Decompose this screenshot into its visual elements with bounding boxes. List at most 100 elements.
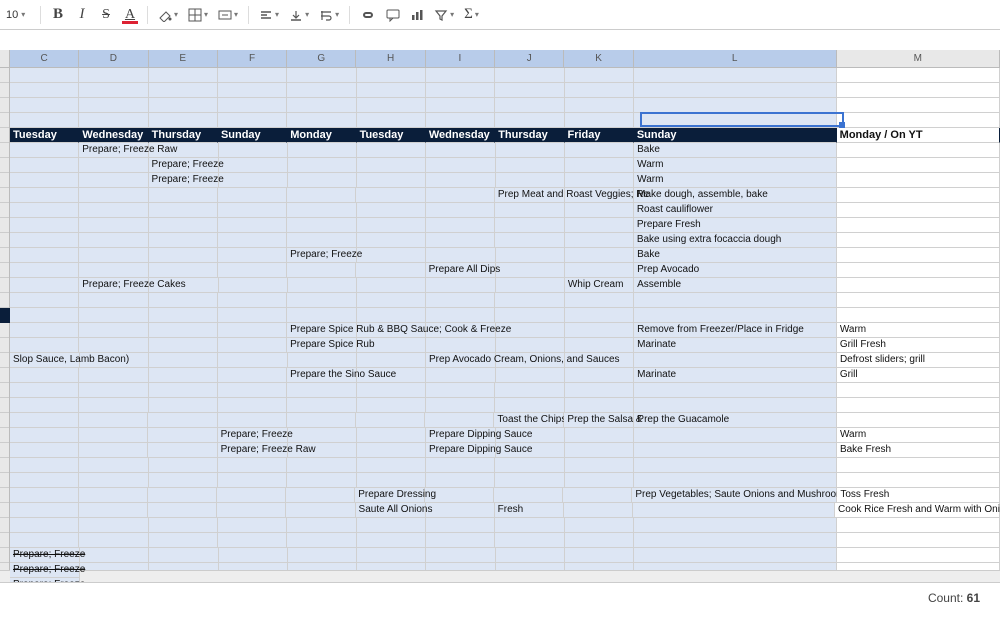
- cell[interactable]: [79, 323, 148, 338]
- cell[interactable]: [426, 503, 495, 518]
- cell[interactable]: [218, 338, 287, 353]
- insert-chart-button[interactable]: [406, 4, 428, 26]
- column-header-L[interactable]: L: [634, 50, 837, 68]
- cell[interactable]: Prepare; Freeze Cakes: [79, 278, 149, 293]
- cell[interactable]: [357, 383, 426, 398]
- cell[interactable]: [79, 338, 148, 353]
- cell[interactable]: [565, 173, 634, 188]
- column-header-I[interactable]: I: [426, 50, 495, 68]
- cell[interactable]: [496, 173, 565, 188]
- cell[interactable]: [288, 353, 357, 368]
- cell[interactable]: [495, 98, 564, 113]
- cell[interactable]: [496, 548, 565, 563]
- cell[interactable]: [496, 278, 565, 293]
- cell[interactable]: [426, 278, 495, 293]
- cell[interactable]: [565, 443, 634, 458]
- cell[interactable]: [837, 263, 1000, 278]
- cell[interactable]: Sunday: [218, 128, 287, 143]
- insert-comment-button[interactable]: [382, 4, 404, 26]
- cell[interactable]: Roast cauliflower: [634, 203, 837, 218]
- cell[interactable]: [357, 278, 426, 293]
- cell[interactable]: Marinate: [634, 338, 837, 353]
- cell[interactable]: [634, 443, 837, 458]
- cell[interactable]: [219, 173, 288, 188]
- cell[interactable]: [357, 248, 426, 263]
- cell[interactable]: [837, 68, 1000, 83]
- merge-cells-button[interactable]: [214, 4, 242, 26]
- column-header-E[interactable]: E: [149, 50, 218, 68]
- cell[interactable]: [837, 98, 1000, 113]
- cell[interactable]: [149, 383, 218, 398]
- cell[interactable]: [79, 473, 148, 488]
- cell[interactable]: [837, 398, 1000, 413]
- cell[interactable]: [565, 113, 634, 128]
- cell[interactable]: [565, 143, 634, 158]
- cell[interactable]: [149, 113, 218, 128]
- cell[interactable]: [287, 218, 356, 233]
- cell[interactable]: [287, 263, 356, 278]
- cell[interactable]: [10, 278, 79, 293]
- bold-button[interactable]: B: [47, 4, 69, 26]
- column-header-H[interactable]: H: [356, 50, 425, 68]
- cell[interactable]: [837, 413, 1000, 428]
- cell[interactable]: Cook Rice Fresh and Warm with Oni: [835, 503, 1000, 518]
- cell[interactable]: [218, 458, 287, 473]
- cell[interactable]: [79, 98, 148, 113]
- cell[interactable]: [10, 383, 79, 398]
- cell[interactable]: [565, 98, 634, 113]
- cell[interactable]: [565, 383, 634, 398]
- cell[interactable]: [286, 503, 355, 518]
- cell[interactable]: [218, 323, 287, 338]
- cell[interactable]: Remove from Freezer/Place in Fridge: [634, 323, 837, 338]
- cell[interactable]: Prep Avocado: [634, 263, 837, 278]
- cell[interactable]: [79, 203, 148, 218]
- cell[interactable]: [218, 98, 287, 113]
- cell[interactable]: [149, 518, 218, 533]
- cell[interactable]: [219, 548, 288, 563]
- cell[interactable]: Prep the Guacamole: [634, 413, 837, 428]
- cell[interactable]: [287, 233, 356, 248]
- cell[interactable]: [10, 413, 79, 428]
- cell[interactable]: [357, 548, 426, 563]
- cell[interactable]: [10, 338, 79, 353]
- cell[interactable]: [10, 248, 79, 263]
- cell[interactable]: [10, 263, 79, 278]
- cell[interactable]: [633, 503, 835, 518]
- cell[interactable]: [565, 398, 634, 413]
- cell[interactable]: [10, 368, 79, 383]
- cell[interactable]: [496, 143, 565, 158]
- cell[interactable]: [79, 158, 148, 173]
- cell[interactable]: [148, 428, 217, 443]
- horizontal-scrollbar[interactable]: [0, 570, 1000, 582]
- cell[interactable]: [634, 548, 837, 563]
- cell[interactable]: Prepare Dressing: [355, 488, 425, 503]
- cell[interactable]: [287, 68, 356, 83]
- cell[interactable]: [218, 233, 287, 248]
- cell[interactable]: Assemble: [634, 278, 837, 293]
- cell[interactable]: [288, 278, 357, 293]
- cell[interactable]: [495, 218, 564, 233]
- cell[interactable]: [426, 98, 495, 113]
- cell[interactable]: Prep Meat and Roast Veggies; Re: [495, 188, 565, 203]
- cell[interactable]: [219, 158, 288, 173]
- cell[interactable]: [495, 233, 564, 248]
- cell[interactable]: Defrost sliders; grill: [837, 353, 1000, 368]
- cell[interactable]: [79, 188, 148, 203]
- cell[interactable]: [564, 503, 633, 518]
- cell[interactable]: Thursday: [495, 128, 564, 143]
- cell[interactable]: Thursday: [149, 128, 218, 143]
- cell[interactable]: [10, 83, 79, 98]
- cell[interactable]: [426, 533, 495, 548]
- cell[interactable]: [357, 83, 426, 98]
- cell[interactable]: [149, 353, 218, 368]
- cell[interactable]: [496, 248, 565, 263]
- cell[interactable]: [149, 83, 218, 98]
- cell[interactable]: [287, 413, 356, 428]
- cell[interactable]: [149, 293, 218, 308]
- cell[interactable]: [79, 68, 148, 83]
- cell[interactable]: [426, 233, 495, 248]
- cell[interactable]: Slop Sauce, Lamb Bacon): [10, 353, 80, 368]
- cell[interactable]: [634, 518, 837, 533]
- cell[interactable]: [426, 368, 495, 383]
- cell[interactable]: Warm: [837, 428, 1000, 443]
